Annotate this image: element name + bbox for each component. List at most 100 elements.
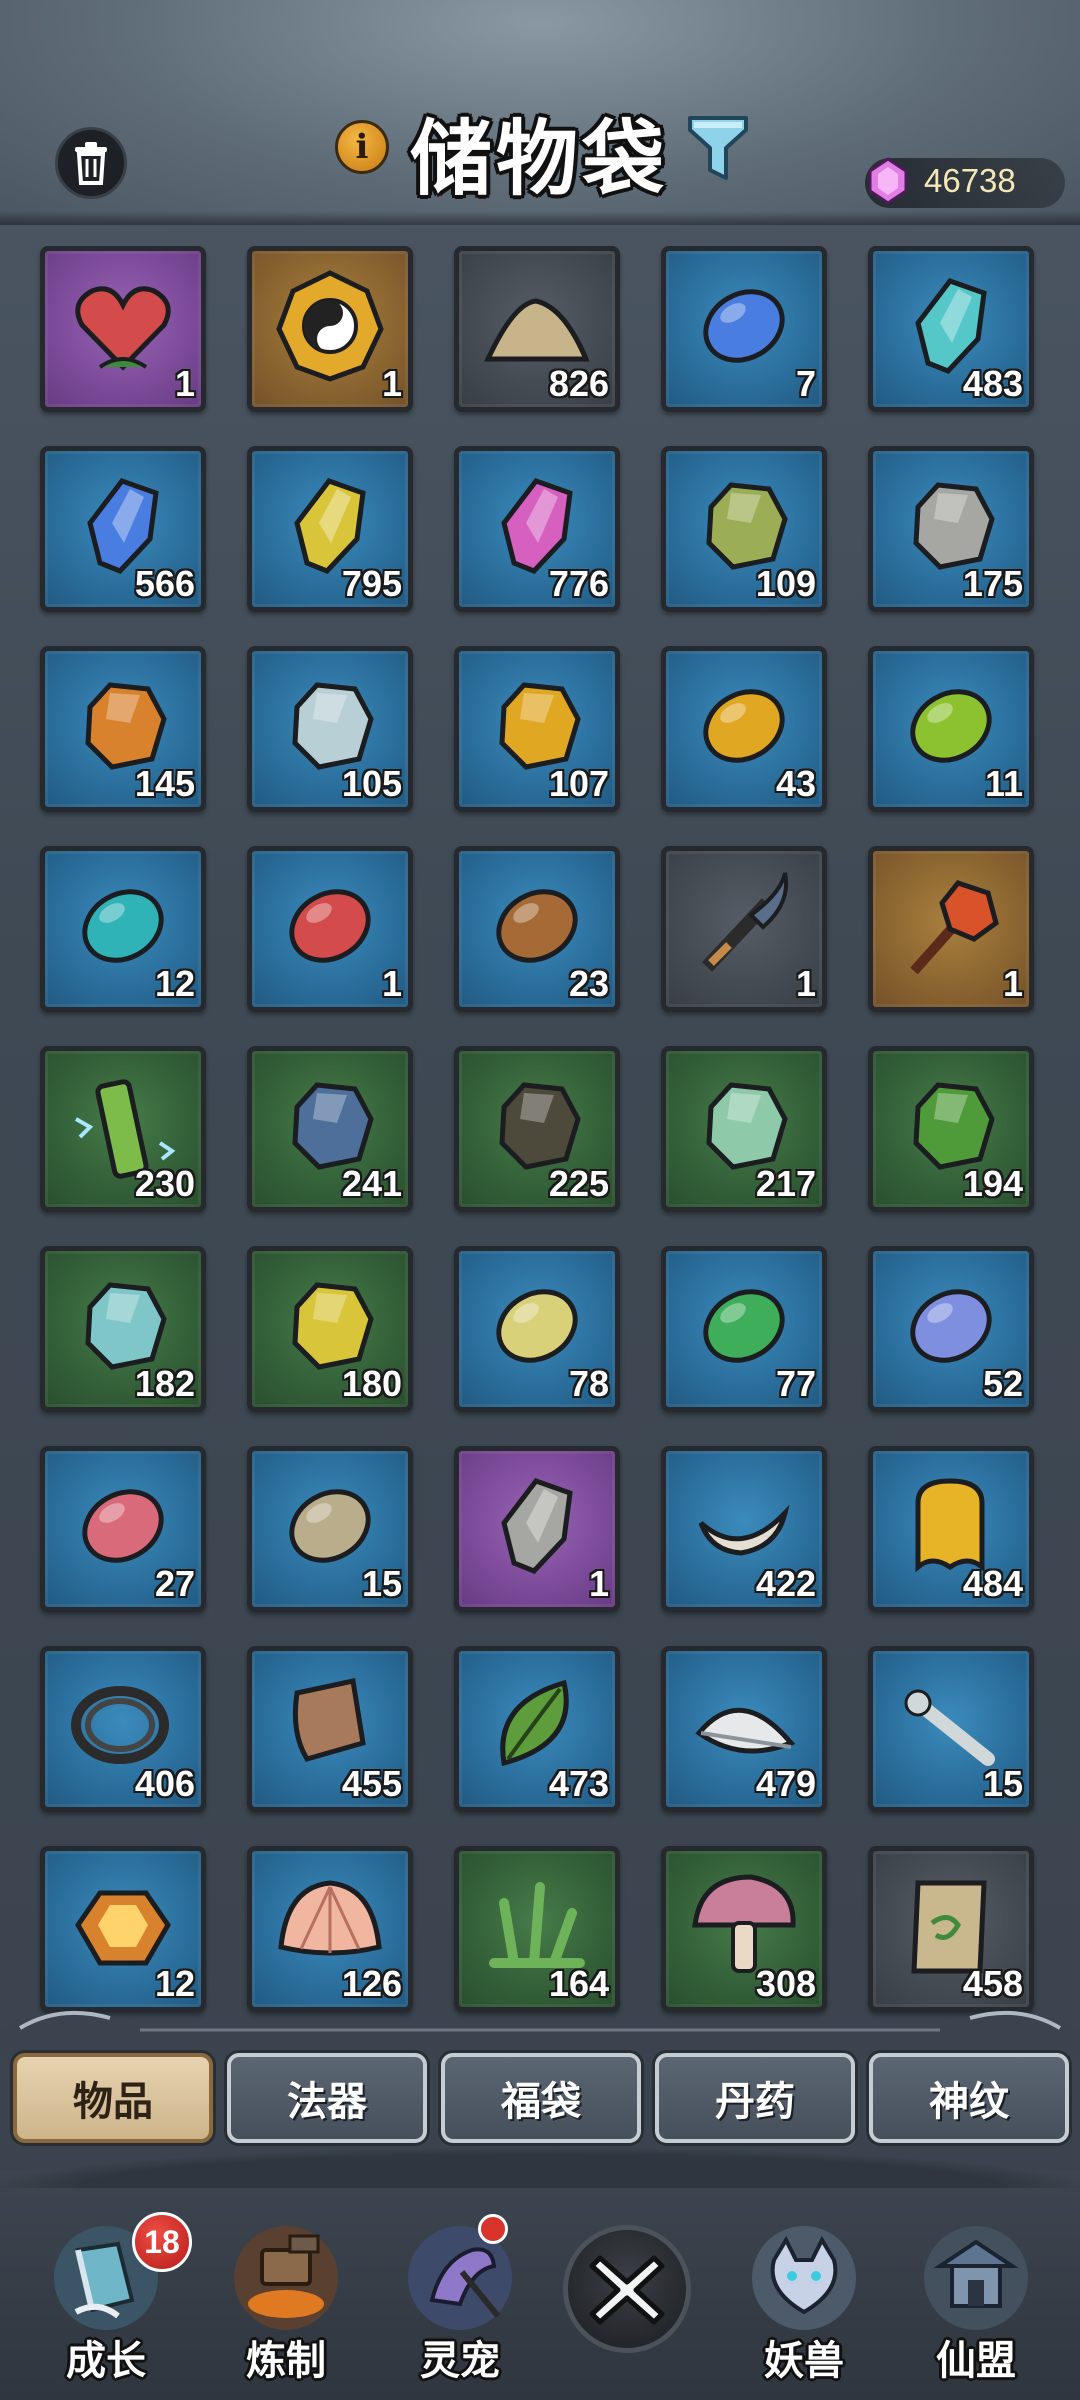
inventory-slot[interactable]: 107 (454, 646, 620, 812)
item-count: 11 (984, 763, 1023, 804)
inventory-slot[interactable]: 12 (40, 846, 206, 1012)
inventory-slot[interactable]: 145 (40, 646, 206, 812)
inventory-slot[interactable]: 12 (40, 1846, 206, 2012)
inventory-slot[interactable]: 105 (247, 646, 413, 812)
item-count: 1 (381, 363, 402, 404)
item-count: 27 (154, 1563, 195, 1604)
item-count: 483 (962, 363, 1023, 404)
inventory-slot[interactable]: 795 (247, 446, 413, 612)
inventory-slot[interactable]: 23 (454, 846, 620, 1012)
item-count: 1 (174, 363, 195, 404)
inventory-slot[interactable]: 27 (40, 1446, 206, 1612)
cracked-blue-egg-icon (703, 289, 785, 363)
item-count: 23 (568, 963, 609, 1004)
inventory-slot[interactable]: 78 (454, 1246, 620, 1412)
nav-growth-label: 成长 (66, 2338, 146, 2384)
inventory-slot[interactable]: 473 (454, 1646, 620, 1812)
tab-artifacts[interactable]: 法器 (227, 2053, 427, 2143)
taiji-compass-icon (276, 270, 384, 382)
forge-anvil-icon (234, 2226, 338, 2330)
item-count: 12 (154, 963, 195, 1004)
inventory-slot[interactable]: 194 (868, 1046, 1034, 1212)
inventory-slot[interactable]: 458 (868, 1846, 1034, 2012)
item-count: 180 (341, 1363, 402, 1404)
inventory-slot[interactable]: 566 (40, 446, 206, 612)
tab-items[interactable]: 物品 (13, 2053, 213, 2143)
nav-refine[interactable]: 炼制 (216, 2220, 356, 2390)
inventory-slot[interactable]: 7 (661, 246, 827, 412)
cloud-divider (0, 2010, 1080, 2060)
inventory-slot[interactable]: 406 (40, 1646, 206, 1812)
inventory-slot[interactable]: 776 (454, 446, 620, 612)
close-button[interactable] (563, 2225, 691, 2353)
item-grid: 1 1 826 7 483 566 795 776 109 175 145 105… (40, 246, 1040, 2012)
item-count: 107 (548, 763, 609, 804)
inventory-slot[interactable]: 455 (247, 1646, 413, 1812)
item-count: 1 (588, 1563, 609, 1604)
filter-funnel-icon[interactable] (686, 112, 750, 184)
flame-mace-icon (910, 880, 999, 975)
inventory-slot[interactable]: 483 (868, 246, 1034, 412)
inventory-slot[interactable]: 1 (247, 246, 413, 412)
inventory-slot[interactable]: 1 (40, 246, 206, 412)
inventory-slot[interactable]: 217 (661, 1046, 827, 1212)
top-header: i 储物袋 46738 (0, 0, 1080, 225)
item-count: 182 (134, 1363, 195, 1404)
item-count: 241 (341, 1163, 402, 1204)
item-count: 795 (341, 563, 402, 604)
inventory-slot[interactable]: 1 (661, 846, 827, 1012)
item-count: 77 (775, 1363, 816, 1404)
info-icon[interactable]: i (335, 120, 389, 174)
inventory-slot[interactable]: 422 (661, 1446, 827, 1612)
nav-demon-beast[interactable]: 妖兽 (734, 2220, 874, 2390)
inventory-slot[interactable]: 164 (454, 1846, 620, 2012)
tab-divine-runes[interactable]: 神纹 (869, 2053, 1069, 2143)
nav-spirit-pet[interactable]: 灵宠 (390, 2214, 530, 2390)
inventory-slot[interactable]: 484 (868, 1446, 1034, 1612)
nav-demon-beast-label: 妖兽 (764, 2338, 844, 2384)
nav-growth[interactable]: 18 成长 (36, 2212, 192, 2390)
tab-lucky-bags[interactable]: 福袋 (441, 2053, 641, 2143)
item-count: 15 (361, 1563, 402, 1604)
close-x-icon (589, 2255, 665, 2325)
inventory-slot[interactable]: 225 (454, 1046, 620, 1212)
item-count: 217 (755, 1163, 816, 1204)
nav-refine-label: 炼制 (246, 2338, 326, 2384)
inventory-slot[interactable]: 1 (454, 1446, 620, 1612)
item-count: 479 (755, 1763, 816, 1804)
trash-button[interactable] (55, 127, 127, 199)
item-count: 145 (134, 763, 195, 804)
inventory-slot[interactable]: 1 (247, 846, 413, 1012)
item-count: 455 (341, 1763, 402, 1804)
inventory-slot[interactable]: 180 (247, 1246, 413, 1412)
tab-pills[interactable]: 丹药 (655, 2053, 855, 2143)
inventory-slot[interactable]: 126 (247, 1846, 413, 2012)
inventory-slot[interactable]: 109 (661, 446, 827, 612)
inventory-slot[interactable]: 175 (868, 446, 1034, 612)
inventory-slot[interactable]: 182 (40, 1246, 206, 1412)
item-count: 225 (548, 1163, 609, 1204)
inventory-slot[interactable]: 241 (247, 1046, 413, 1212)
curved-blade-icon (701, 872, 788, 972)
nav-alliance-label: 仙盟 (936, 2338, 1016, 2384)
inventory-slot[interactable]: 479 (661, 1646, 827, 1812)
inventory-slot[interactable]: 308 (661, 1846, 827, 2012)
inventory-slot[interactable]: 15 (868, 1646, 1034, 1812)
item-count: 230 (134, 1163, 195, 1204)
item-count: 776 (548, 563, 609, 604)
item-count: 826 (548, 363, 609, 404)
nav-alliance[interactable]: 仙盟 (906, 2220, 1046, 2390)
inventory-slot[interactable]: 826 (454, 246, 620, 412)
inventory-slot[interactable]: 77 (661, 1246, 827, 1412)
demon-beast-icon (752, 2226, 856, 2330)
inventory-slot[interactable]: 15 (247, 1446, 413, 1612)
notification-dot (478, 2214, 508, 2244)
inventory-slot[interactable]: 43 (661, 646, 827, 812)
item-count: 105 (341, 763, 402, 804)
inventory-slot[interactable]: 52 (868, 1246, 1034, 1412)
red-pebble-icon (289, 889, 371, 963)
inventory-slot[interactable]: 11 (868, 646, 1034, 812)
inventory-slot[interactable]: 230 (40, 1046, 206, 1212)
inventory-slot[interactable]: 1 (868, 846, 1034, 1012)
item-count: 109 (755, 563, 816, 604)
